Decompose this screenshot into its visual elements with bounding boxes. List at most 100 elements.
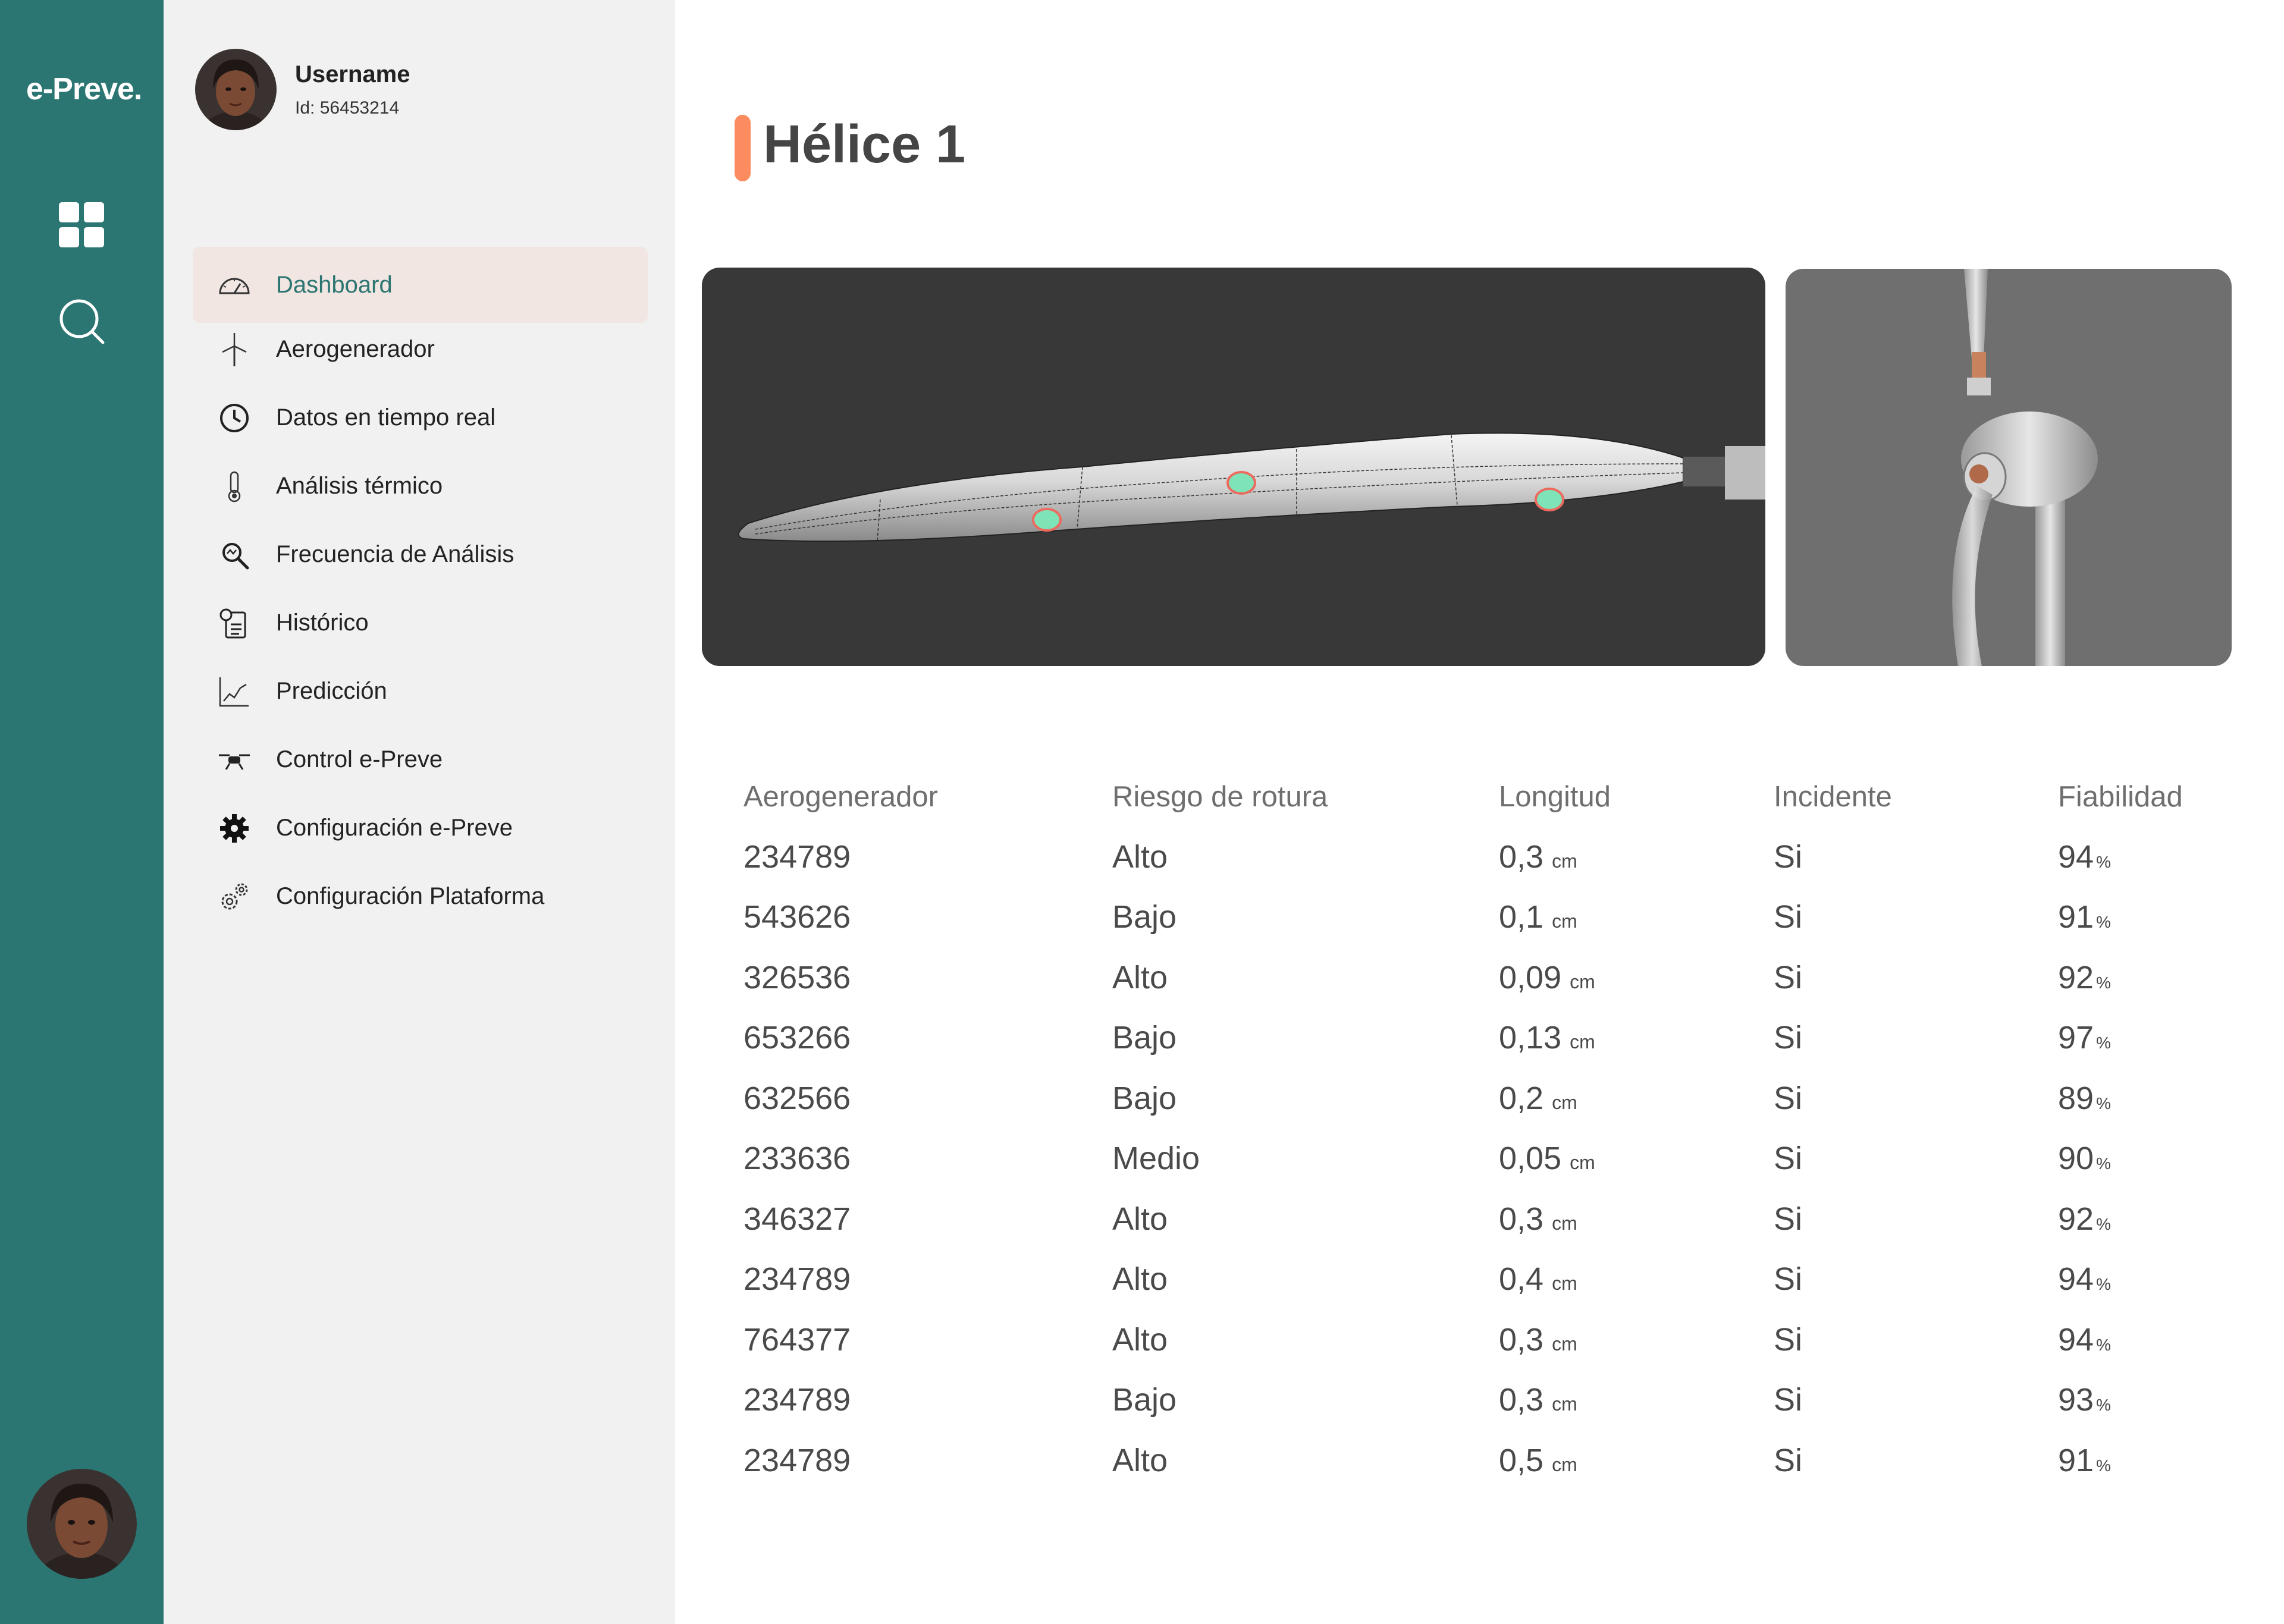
column-header[interactable]: Longitud (1499, 767, 1774, 827)
sidebar-item-prediccion[interactable]: Predicción (193, 657, 648, 725)
column-header[interactable]: Fiabilidad (2058, 767, 2230, 827)
cell-aerogenerador: 234789 (743, 1382, 851, 1418)
cell-incidente: Si (1774, 1080, 1803, 1116)
avatar[interactable] (27, 1469, 137, 1579)
sidebar-item-configuracion-epreve[interactable]: Configuración e-Preve (193, 794, 648, 862)
cell-longitud: 0,4 cm (1499, 1249, 1774, 1310)
length-unit: cm (1552, 1393, 1577, 1415)
drone-icon (218, 743, 251, 777)
length-unit: cm (1552, 1453, 1577, 1475)
magnifier-icon (218, 538, 251, 571)
clock-icon (218, 401, 251, 435)
sidebar-item-configuracion-plataforma[interactable]: Configuración Plataforma (193, 862, 648, 931)
column-header[interactable]: Aerogenerador (743, 767, 1112, 827)
cell-incidente: Si (1774, 1442, 1803, 1478)
cell-longitud: 0,05 cm (1499, 1129, 1774, 1189)
trend-chart-icon (218, 675, 251, 708)
cell-incidente: Si (1774, 1020, 1803, 1056)
percent-sign: % (2096, 1275, 2111, 1294)
percent-sign: % (2096, 1335, 2111, 1354)
cell-longitud: 0,2 cm (1499, 1068, 1774, 1129)
table-row[interactable]: 326536 Alto 0,09 cm Si 92% (743, 947, 2230, 1008)
column-header[interactable]: Riesgo de rotura (1112, 767, 1499, 827)
table-row[interactable]: 234789 Bajo 0,3 cm Si 93% (743, 1370, 2230, 1431)
thermometer-icon (218, 470, 251, 503)
cell-longitud: 0,3 cm (1499, 827, 1774, 887)
cell-incidente: Si (1774, 1141, 1803, 1177)
gear-icon (218, 812, 251, 845)
sidebar-item-analisis-termico[interactable]: Análisis térmico (193, 452, 648, 520)
percent-sign: % (2096, 913, 2111, 932)
length-value: 0,05 (1499, 1141, 1562, 1177)
sidebar-item-frecuencia-analisis[interactable]: Frecuencia de Análisis (193, 520, 648, 589)
length-unit: cm (1552, 1333, 1577, 1355)
reliability-value: 92 (2058, 959, 2094, 995)
cell-incidente: Si (1774, 899, 1803, 935)
cell-longitud: 0,3 cm (1499, 1370, 1774, 1431)
length-value: 0,2 (1499, 1080, 1544, 1116)
percent-sign: % (2096, 1154, 2111, 1173)
percent-sign: % (2096, 1034, 2111, 1053)
damage-marker[interactable] (1032, 508, 1062, 532)
sidebar-item-label: Datos en tiempo real (276, 404, 496, 431)
length-unit: cm (1552, 910, 1577, 932)
length-unit: cm (1552, 1273, 1577, 1295)
history-document-icon (218, 607, 251, 640)
percent-sign: % (2096, 1214, 2111, 1233)
sidebar-nav: Dashboard Aerogenerador Datos en tiempo … (193, 247, 648, 931)
percent-sign: % (2096, 973, 2111, 992)
length-unit: cm (1570, 970, 1595, 992)
blade-3d-viewer[interactable] (702, 268, 1765, 666)
sidebar-item-dashboard[interactable]: Dashboard (193, 247, 648, 323)
table-row[interactable]: 632566 Bajo 0,2 cm Si 89% (743, 1068, 2230, 1129)
table-row[interactable]: 233636 Medio 0,05 cm Si 90% (743, 1129, 2230, 1189)
sidebar-item-label: Predicción (276, 678, 387, 704)
cell-incidente: Si (1774, 1382, 1803, 1418)
damage-marker[interactable] (1535, 488, 1564, 511)
table-header-row: Aerogenerador Riesgo de rotura Longitud … (743, 767, 2230, 827)
reliability-value: 89 (2058, 1080, 2094, 1116)
damage-marker[interactable] (1226, 471, 1256, 495)
length-value: 0,09 (1499, 959, 1562, 995)
app-rail: e-Preve. (0, 0, 164, 1624)
title-accent (735, 115, 751, 181)
table-row[interactable]: 764377 Alto 0,3 cm Si 94% (743, 1309, 2230, 1370)
cell-longitud: 0,09 cm (1499, 947, 1774, 1008)
gauge-icon (218, 268, 251, 301)
length-value: 0,13 (1499, 1020, 1562, 1056)
percent-sign: % (2096, 1456, 2111, 1475)
cell-riesgo: Alto (1112, 838, 1168, 875)
table-row[interactable]: 234789 Alto 0,4 cm Si 94% (743, 1249, 2230, 1310)
app-logo[interactable]: e-Preve. (26, 71, 142, 107)
sidebar-item-aerogenerador[interactable]: Aerogenerador (193, 315, 648, 384)
table-row[interactable]: 234789 Alto 0,5 cm Si 91% (743, 1430, 2230, 1491)
cell-aerogenerador: 632566 (743, 1080, 851, 1116)
table-row[interactable]: 234789 Alto 0,3 cm Si 94% (743, 827, 2230, 887)
user-id: Id: 56453214 (295, 98, 400, 118)
table-row[interactable]: 543626 Bajo 0,1 cm Si 91% (743, 887, 2230, 948)
user-avatar[interactable] (195, 49, 277, 130)
sidebar-item-historico[interactable]: Histórico (193, 589, 648, 657)
sidebar-item-label: Histórico (276, 610, 369, 636)
cell-riesgo: Bajo (1112, 899, 1177, 935)
cell-fiabilidad: 94% (2058, 1309, 2230, 1370)
table-row[interactable]: 346327 Alto 0,3 cm Si 92% (743, 1189, 2230, 1249)
turbine-3d-preview[interactable] (1786, 269, 2232, 666)
sidebar-item-control-epreve[interactable]: Control e-Preve (193, 725, 648, 794)
cell-fiabilidad: 94% (2058, 1249, 2230, 1310)
length-unit: cm (1552, 850, 1577, 872)
search-icon[interactable] (58, 297, 105, 345)
cell-aerogenerador: 234789 (743, 1442, 851, 1478)
sidebar-item-label: Dashboard (276, 271, 393, 298)
column-header[interactable]: Incidente (1774, 767, 2058, 827)
sidebar-item-label: Aerogenerador (276, 336, 435, 362)
reliability-value: 94 (2058, 1321, 2094, 1358)
length-unit: cm (1552, 1212, 1577, 1234)
cell-incidente: Si (1774, 1321, 1803, 1358)
grid-icon[interactable] (58, 201, 105, 249)
sidebar-item-datos-tiempo-real[interactable]: Datos en tiempo real (193, 384, 648, 452)
table-row[interactable]: 653266 Bajo 0,13 cm Si 97% (743, 1008, 2230, 1069)
length-value: 0,3 (1499, 1382, 1544, 1418)
length-value: 0,5 (1499, 1442, 1544, 1478)
cell-aerogenerador: 233636 (743, 1141, 851, 1177)
